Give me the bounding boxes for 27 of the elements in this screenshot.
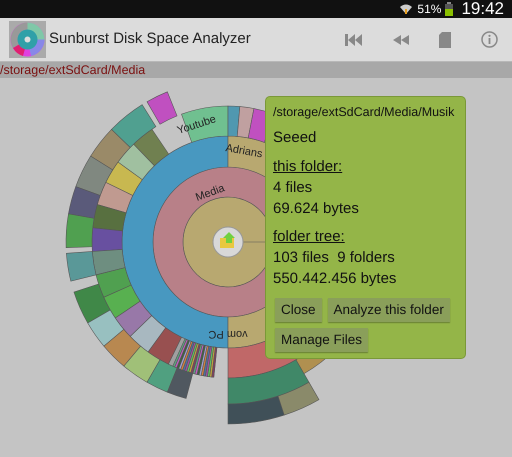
info-icon[interactable] bbox=[481, 31, 498, 48]
clock-time: 19:42 bbox=[461, 0, 504, 20]
stat-line: 550.442.456 bytes bbox=[273, 269, 398, 290]
wifi-icon bbox=[399, 3, 414, 15]
folder-path: /storage/extSdCard/Media/Musik bbox=[273, 104, 456, 121]
stat-line: 69.624 bytes bbox=[273, 199, 360, 220]
skip-to-start-icon[interactable] bbox=[345, 34, 363, 46]
battery-percent: 51% bbox=[417, 1, 442, 18]
section-heading: folder tree: bbox=[273, 227, 346, 248]
folder-up-icon[interactable] bbox=[212, 226, 244, 258]
sd-card-icon[interactable] bbox=[439, 32, 451, 48]
rewind-icon[interactable] bbox=[393, 34, 409, 44]
folder-name: Seeed bbox=[273, 128, 318, 148]
app-logo-icon bbox=[9, 21, 46, 58]
segment-label: Youtube bbox=[176, 113, 218, 137]
app-title: Sunburst Disk Space Analyzer bbox=[49, 29, 251, 50]
segment-label: Media bbox=[194, 182, 226, 204]
segment-label: Adrians bbox=[224, 142, 264, 160]
stat-line: 4 files bbox=[273, 178, 314, 198]
section-heading: this folder: bbox=[273, 157, 344, 178]
battery-icon bbox=[445, 2, 454, 16]
popup-button[interactable]: Manage Files bbox=[275, 328, 368, 352]
segment-label: vom PC bbox=[208, 328, 248, 340]
current-path: /storage/extSdCard/Media bbox=[0, 64, 146, 76]
popup-button[interactable]: Analyze this folder bbox=[328, 298, 450, 322]
popup-button[interactable]: Close bbox=[275, 298, 322, 322]
stat-line: 103 files 9 folders bbox=[273, 248, 396, 268]
